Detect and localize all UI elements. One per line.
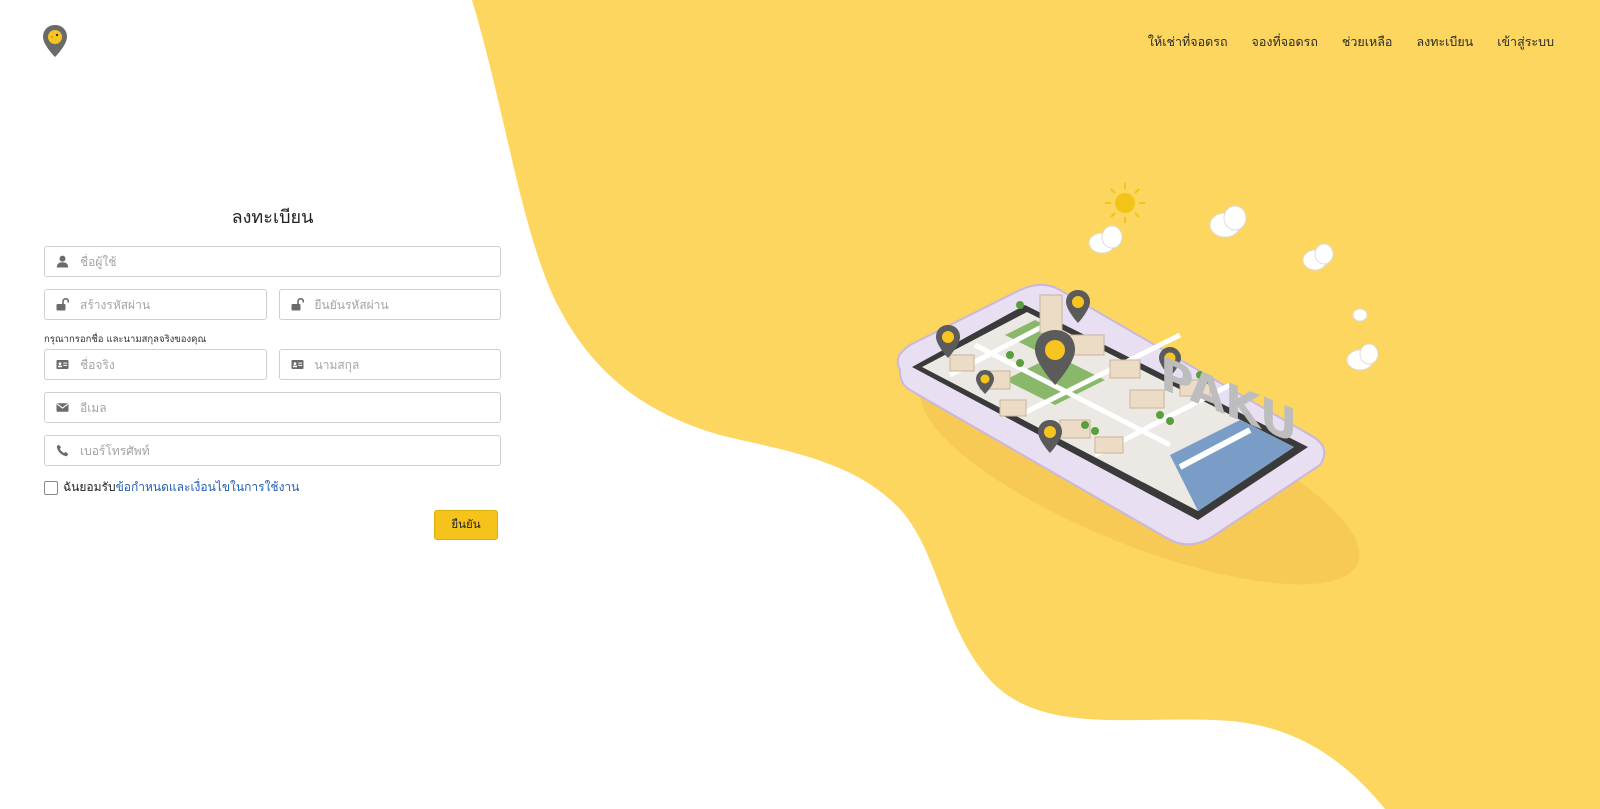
submit-button[interactable]: ยืนยัน — [434, 510, 498, 540]
last-name-input[interactable] — [312, 356, 500, 373]
last-name-field — [278, 349, 501, 380]
id-card-icon — [291, 360, 303, 369]
name-hint: กรุณากรอกชื่อ และนามสกุลจริงของคุณ — [44, 334, 207, 345]
phone-input[interactable] — [78, 442, 500, 459]
username-field — [44, 246, 501, 277]
id-card-icon — [56, 360, 69, 369]
nav-register[interactable]: ลงทะเบียน — [1416, 32, 1473, 52]
envelope-icon — [56, 403, 69, 412]
phone-field — [44, 435, 501, 466]
nav-rent-parking[interactable]: ให้เช่าที่จอดรถ — [1148, 32, 1228, 52]
register-form: ลงทะเบียน กรุณากรอกชื่อ และนามสกุลจริงขอ… — [44, 206, 501, 540]
top-nav: ให้เช่าที่จอดรถ จองที่จอดรถ ช่วยเหลือ ลง… — [1148, 32, 1554, 52]
password-input[interactable] — [78, 296, 266, 313]
user-icon — [56, 255, 69, 268]
logo-pin-icon[interactable] — [42, 24, 68, 58]
terms-link[interactable]: ข้อกำหนดและเงื่อนไขในการใช้งาน — [116, 478, 300, 497]
password-field — [44, 289, 267, 320]
confirm-password-input[interactable] — [312, 296, 500, 313]
first-name-input[interactable] — [78, 356, 266, 373]
terms-checkbox[interactable] — [44, 480, 58, 495]
first-name-field — [44, 349, 267, 380]
terms-row: ฉันยอมรับ ข้อกำหนดและเงื่อนไขในการใช้งาน — [44, 478, 501, 497]
phone-icon — [56, 444, 69, 457]
username-input[interactable] — [78, 253, 500, 270]
unlock-icon — [56, 298, 69, 311]
confirm-password-field — [278, 289, 501, 320]
form-title: ลงทะเบียน — [231, 207, 314, 228]
phone-city-illustration: PAKU — [896, 183, 1379, 585]
email-field — [44, 392, 501, 423]
nav-help[interactable]: ช่วยเหลือ — [1342, 32, 1393, 52]
terms-label: ฉันยอมรับ — [63, 480, 116, 494]
nav-login[interactable]: เข้าสู่ระบบ — [1497, 32, 1554, 52]
nav-book-parking[interactable]: จองที่จอดรถ — [1252, 32, 1318, 52]
email-input[interactable] — [78, 399, 500, 416]
unlock-icon — [291, 298, 304, 311]
